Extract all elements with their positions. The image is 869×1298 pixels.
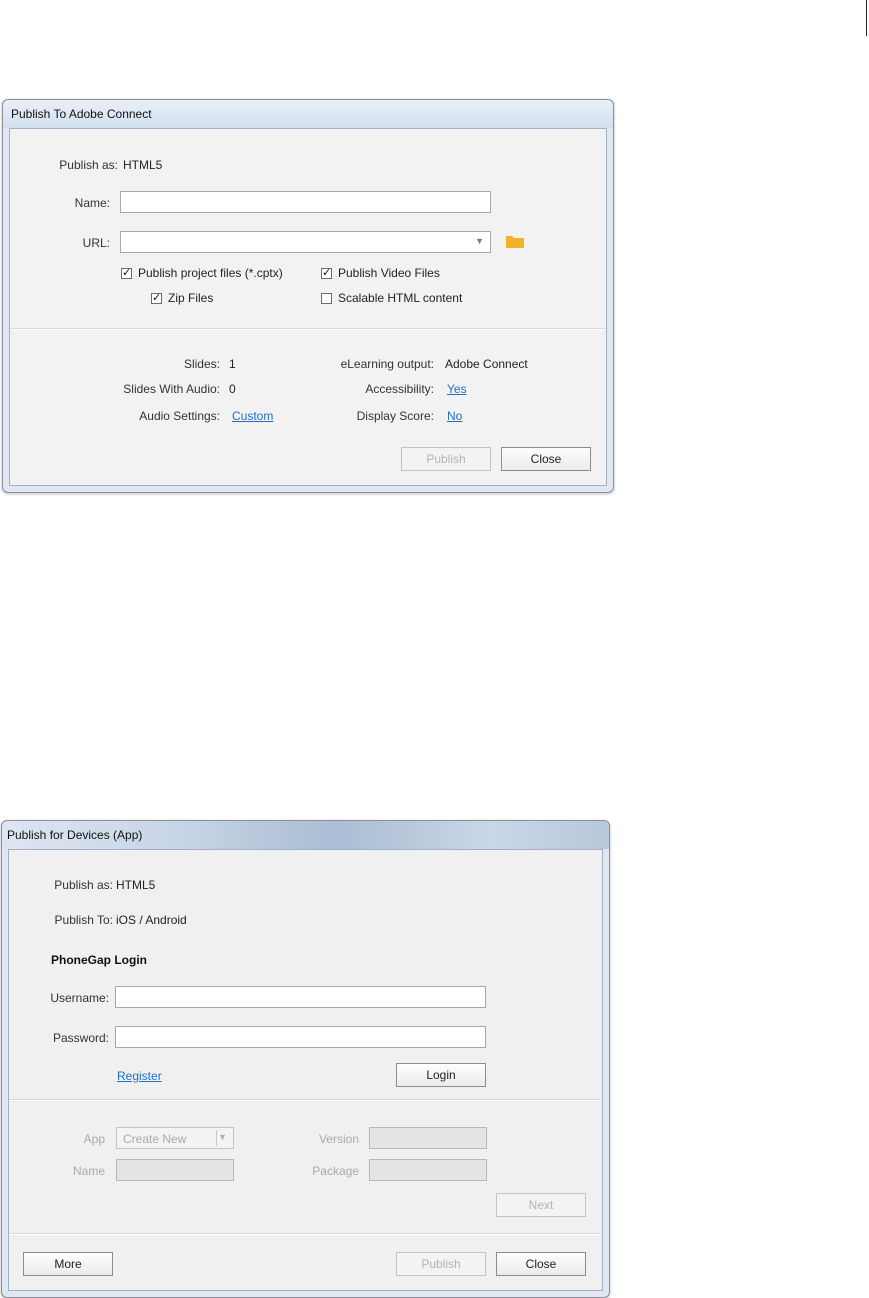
- folder-icon[interactable]: [506, 235, 524, 248]
- elearning-output-label: eLearning output:: [340, 357, 434, 371]
- slides-value: 1: [229, 357, 236, 371]
- title-bar[interactable]: Publish for Devices (App): [2, 821, 609, 849]
- checkbox-checked-icon: ✓: [321, 266, 332, 279]
- publish-for-devices-dialog: Publish for Devices (App) Publish as: HT…: [1, 820, 610, 1298]
- checkbox-checked-icon: ✓: [151, 291, 162, 304]
- name-label: Name:: [74, 196, 110, 210]
- phonegap-login-heading: PhoneGap Login: [51, 953, 147, 967]
- dropdown-arrow-icon[interactable]: ▼: [218, 1132, 227, 1142]
- accessibility-link[interactable]: Yes: [447, 382, 467, 396]
- url-combobox[interactable]: ▼: [120, 231, 491, 253]
- package-label: Package: [312, 1164, 359, 1178]
- divider: [9, 1233, 602, 1235]
- publish-to-adobe-connect-dialog: Publish To Adobe Connect Publish as: HTM…: [2, 99, 614, 493]
- elearning-output-value: Adobe Connect: [445, 357, 528, 371]
- version-input[interactable]: [369, 1127, 487, 1149]
- dialog-title: Publish for Devices (App): [7, 828, 143, 842]
- password-label: Password:: [52, 1031, 109, 1045]
- name-input[interactable]: [116, 1159, 234, 1181]
- checkbox-unchecked-icon: [321, 292, 332, 304]
- dialog-body: Publish as: HTML5 Publish To: iOS / Andr…: [8, 849, 603, 1291]
- publish-as-label: Publish as:: [59, 158, 118, 172]
- accessibility-label: Accessibility:: [365, 382, 434, 396]
- page-edge-mark: [866, 0, 867, 36]
- publish-to-label: Publish To:: [54, 913, 113, 927]
- publish-as-label: Publish as:: [54, 878, 113, 892]
- register-link[interactable]: Register: [117, 1069, 162, 1083]
- publish-as-value: HTML5: [123, 158, 163, 172]
- more-button[interactable]: More: [23, 1252, 113, 1276]
- dialog-title: Publish To Adobe Connect: [11, 107, 152, 121]
- publish-video-files-checkbox[interactable]: ✓ Publish Video Files: [321, 266, 440, 280]
- name-label: Name: [72, 1164, 105, 1178]
- display-score-label: Display Score:: [356, 409, 434, 423]
- url-label: URL:: [82, 236, 110, 250]
- slides-with-audio-value: 0: [229, 382, 236, 396]
- dialog-body: Publish as: HTML5 Name: URL: ▼ ✓ Publish…: [9, 128, 607, 486]
- publish-video-files-label: Publish Video Files: [338, 266, 440, 280]
- select-divider: [216, 1130, 217, 1146]
- login-button[interactable]: Login: [396, 1063, 486, 1087]
- zip-files-checkbox[interactable]: ✓ Zip Files: [151, 291, 213, 305]
- publish-button[interactable]: Publish: [401, 447, 491, 471]
- scalable-html-checkbox[interactable]: Scalable HTML content: [321, 291, 462, 305]
- app-select[interactable]: Create New ▼: [116, 1127, 234, 1149]
- close-button[interactable]: Close: [496, 1252, 586, 1276]
- publish-as-value: HTML5: [116, 878, 156, 892]
- display-score-link[interactable]: No: [447, 409, 462, 423]
- username-input[interactable]: [115, 986, 486, 1008]
- zip-files-label: Zip Files: [168, 291, 214, 305]
- slides-label: Slides:: [183, 357, 220, 371]
- publish-project-files-checkbox[interactable]: ✓ Publish project files (*.cptx): [121, 266, 283, 280]
- app-label: App: [83, 1132, 105, 1146]
- publish-to-value: iOS / Android: [116, 913, 187, 927]
- dropdown-arrow-icon[interactable]: ▼: [475, 236, 484, 246]
- username-label: Username:: [50, 991, 109, 1005]
- next-button[interactable]: Next: [496, 1193, 586, 1217]
- version-label: Version: [318, 1132, 359, 1146]
- scalable-html-label: Scalable HTML content: [338, 291, 463, 305]
- app-select-value: Create New: [123, 1132, 187, 1146]
- slides-with-audio-label: Slides With Audio:: [123, 382, 220, 396]
- name-input[interactable]: [120, 191, 491, 213]
- publish-button[interactable]: Publish: [396, 1252, 486, 1276]
- divider: [10, 328, 606, 330]
- checkbox-checked-icon: ✓: [121, 266, 132, 279]
- package-input[interactable]: [369, 1159, 487, 1181]
- title-bar[interactable]: Publish To Adobe Connect: [3, 100, 613, 128]
- audio-settings-label: Audio Settings:: [139, 409, 220, 423]
- close-button[interactable]: Close: [501, 447, 591, 471]
- publish-project-files-label: Publish project files (*.cptx): [138, 266, 283, 280]
- divider: [9, 1099, 602, 1101]
- password-input[interactable]: [115, 1026, 486, 1048]
